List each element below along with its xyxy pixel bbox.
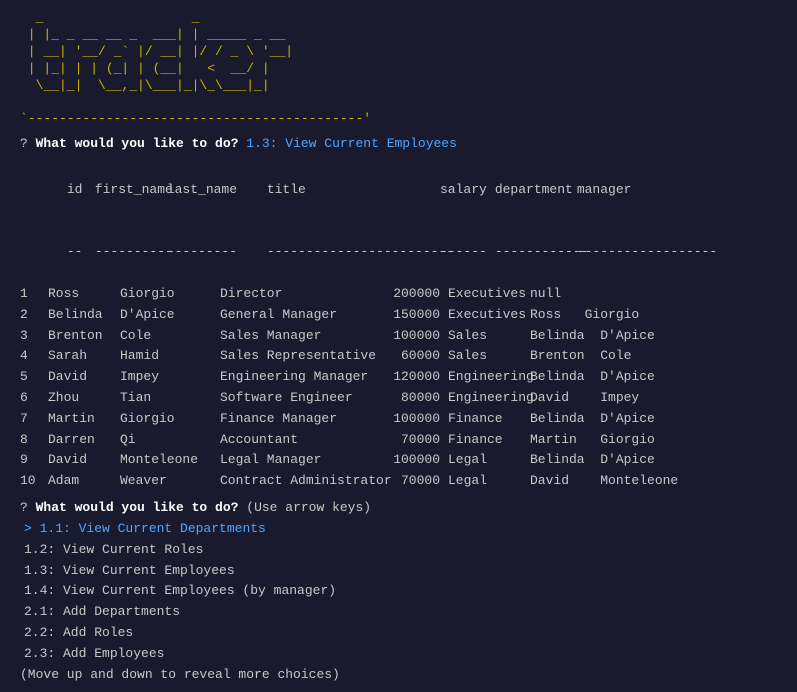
menu-item-view-employees-manager[interactable]: 1.4: View Current Employees (by manager) [20, 581, 777, 602]
menu-question: What would you like to do? [36, 500, 239, 515]
scroll-hint: (Move up and down to reveal more choices… [20, 667, 777, 682]
menu-item-view-employees[interactable]: 1.3: View Current Employees [20, 561, 777, 582]
table-row: 10AdamWeaverContract Administrator70000L… [20, 471, 777, 492]
table-row: 9DavidMonteleoneLegal Manager100000Legal… [20, 450, 777, 471]
table-row: 6ZhouTianSoftware Engineer80000Engineeri… [20, 388, 777, 409]
prompt-question: What would you like to do? [36, 136, 239, 151]
app-container: _ _ | |_ _ __ __ _ ___| | _____ _ __ | _… [20, 10, 777, 682]
prompt-selection: 1.3: View Current Employees [246, 136, 457, 151]
menu-item-add-roles[interactable]: 2.2: Add Roles [20, 623, 777, 644]
initial-prompt: ? What would you like to do? 1.3: View C… [20, 136, 777, 151]
table-row: 1RossGiorgioDirector200000Executivesnull [20, 284, 777, 305]
table-row: 7MartinGiorgioFinance Manager100000Finan… [20, 409, 777, 430]
logo-section: _ _ | |_ _ __ __ _ ___| | _____ _ __ | _… [20, 10, 777, 128]
menu-hint: (Use arrow keys) [246, 500, 371, 515]
table-row: 2BelindaD'ApiceGeneral Manager150000Exec… [20, 305, 777, 326]
menu-item-add-employees[interactable]: 2.3: Add Employees [20, 644, 777, 665]
table-divider: ----------------------------------------… [20, 222, 777, 284]
employee-table: idfirst_namelast_nametitlesalarydepartme… [20, 159, 777, 492]
table-header-row: idfirst_namelast_nametitlesalarydepartme… [20, 159, 777, 221]
table-row: 4SarahHamidSales Representative60000Sale… [20, 346, 777, 367]
table-row: 8DarrenQiAccountant70000FinanceMartin Gi… [20, 430, 777, 451]
menu-item-view-roles[interactable]: 1.2: View Current Roles [20, 540, 777, 561]
menu-prompt: ? What would you like to do? (Use arrow … [20, 500, 777, 515]
table-row: 3BrentonColeSales Manager100000SalesBeli… [20, 326, 777, 347]
menu-section: ? What would you like to do? (Use arrow … [20, 500, 777, 682]
menu-item-add-departments[interactable]: 2.1: Add Departments [20, 602, 777, 623]
table-row: 5DavidImpeyEngineering Manager120000Engi… [20, 367, 777, 388]
menu-item-view-departments[interactable]: 1.1: View Current Departments [20, 519, 777, 540]
